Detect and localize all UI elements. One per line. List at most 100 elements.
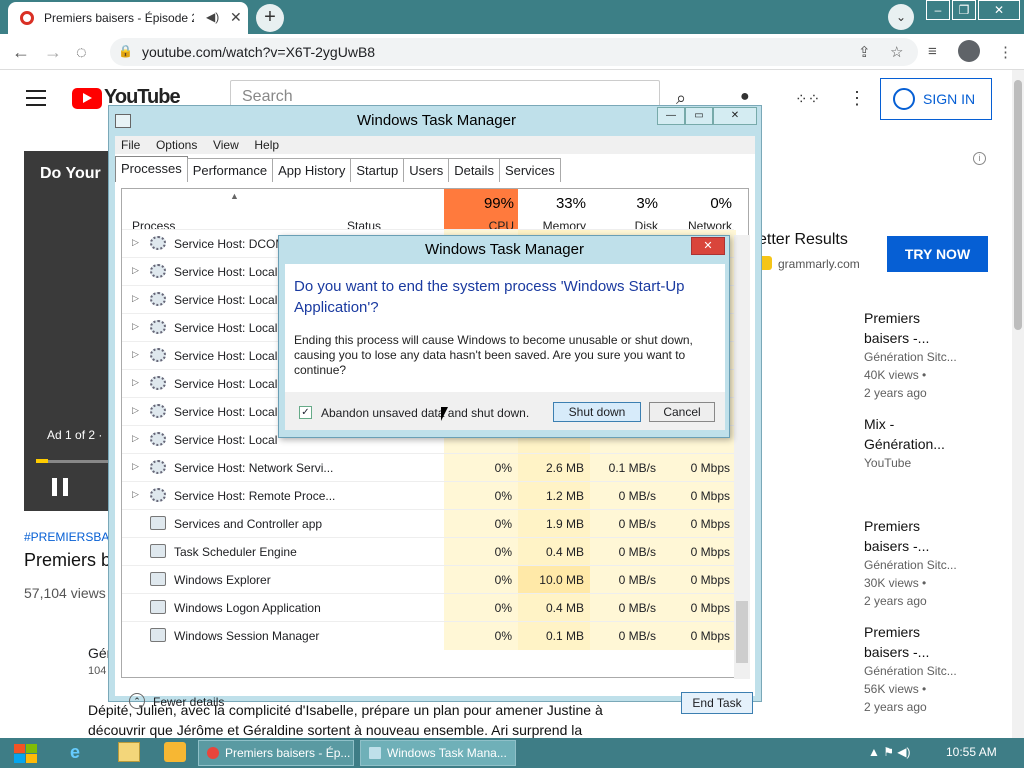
table-row[interactable]: Windows Logon Application 0% 0.4 MB 0 MB/s 0…: [122, 593, 736, 622]
media-control-icon[interactable]: ≡: [928, 43, 937, 60]
table-row[interactable]: Services and Controller app 0% 1.9 MB 0 MB/…: [122, 509, 736, 538]
rec-title: Premiers: [864, 624, 921, 640]
media-player-icon[interactable]: [164, 742, 186, 762]
tab-app-history[interactable]: App History: [272, 158, 352, 182]
recommendation-item[interactable]: Premiers baisers -... Génération Sitc...…: [864, 308, 974, 402]
checkbox-label[interactable]: Abandon unsaved data and shut down.: [321, 406, 529, 420]
abandon-data-checkbox[interactable]: ✓: [299, 406, 312, 419]
tab-close-icon[interactable]: ✕: [230, 9, 242, 26]
bookmark-star-icon[interactable]: ☆: [890, 43, 903, 61]
expand-icon[interactable]: ▷: [132, 433, 139, 444]
internet-explorer-icon[interactable]: e: [70, 742, 92, 762]
browser-tab[interactable]: Premiers baisers - Épisode 2 ◀) ✕: [8, 2, 248, 34]
share-icon[interactable]: ⇪: [858, 43, 871, 61]
apps-grid-icon[interactable]: ⁘⁘: [795, 90, 820, 108]
process-icon: [150, 572, 166, 586]
menu-help[interactable]: Help: [254, 138, 279, 152]
microphone-icon[interactable]: ●: [740, 88, 750, 106]
back-icon[interactable]: ←: [12, 42, 30, 63]
sign-in-button[interactable]: SIGN IN: [880, 78, 992, 120]
tab-users[interactable]: Users: [403, 158, 450, 182]
network-cell: 0 Mbps: [662, 566, 736, 594]
try-now-button[interactable]: TRY NOW: [887, 236, 988, 272]
cancel-button[interactable]: Cancel: [649, 402, 715, 422]
tab-performance[interactable]: Performance: [186, 158, 274, 182]
menu-options[interactable]: Options: [156, 138, 197, 152]
expand-icon[interactable]: ▷: [132, 237, 139, 248]
window-minimize-button[interactable]: –: [926, 0, 950, 20]
tab-search-button[interactable]: ⌄: [888, 4, 914, 30]
lock-icon[interactable]: 🔒: [118, 44, 133, 58]
recommendation-item[interactable]: Mix - Génération... YouTube: [864, 414, 974, 472]
ad-headline[interactable]: etter Results: [758, 231, 848, 249]
dialog-close-button[interactable]: ✕: [691, 237, 725, 255]
expand-icon[interactable]: ▷: [132, 321, 139, 332]
gear-icon: [150, 404, 166, 418]
recommendation-item[interactable]: Premiers baisers -... Génération Sitc...…: [864, 516, 974, 610]
window-close-button[interactable]: ✕: [978, 0, 1020, 20]
fewer-details-link[interactable]: Fewer details: [153, 695, 224, 709]
speaker-icon[interactable]: ◀): [206, 10, 219, 24]
page-scrollbar[interactable]: [1012, 70, 1024, 740]
disk-cell: 0 MB/s: [590, 538, 662, 566]
process-name: Service Host: Network Servi...: [174, 461, 334, 475]
expand-icon[interactable]: ▷: [132, 349, 139, 360]
pause-icon[interactable]: [52, 478, 68, 496]
gear-icon: [150, 376, 166, 390]
rec-channel: Génération Sitc...: [864, 558, 957, 572]
end-task-button[interactable]: End Task: [681, 692, 753, 714]
url-text[interactable]: youtube.com/watch?v=X6T-2ygUwB8: [142, 44, 375, 60]
taskbar-taskmgr-window[interactable]: Windows Task Mana...: [360, 740, 516, 766]
chrome-menu-icon[interactable]: ⋮: [998, 43, 1013, 61]
forward-icon[interactable]: →: [44, 42, 62, 63]
tab-services[interactable]: Services: [498, 158, 561, 182]
mouse-cursor-icon: [441, 407, 448, 421]
file-explorer-icon[interactable]: [118, 742, 140, 762]
recommendation-item[interactable]: Premiers baisers -... Génération Sitc...…: [864, 622, 974, 716]
tm-maximize-button[interactable]: ▭: [685, 107, 713, 125]
tm-close-button[interactable]: ✕: [713, 107, 757, 125]
youtube-logo-icon[interactable]: [72, 88, 102, 109]
menu-view[interactable]: View: [213, 138, 239, 152]
expand-icon[interactable]: ▷: [132, 405, 139, 416]
chrome-icon: [207, 747, 219, 759]
tab-startup[interactable]: Startup: [350, 158, 405, 182]
table-row[interactable]: ▷ Service Host: Remote Proce... 0% 1.2 MB 0 …: [122, 481, 736, 510]
menu-file[interactable]: File: [121, 138, 140, 152]
video-player[interactable]: [24, 151, 110, 511]
end-process-dialog[interactable]: Windows Task Manager ✕ Do you want to en…: [278, 235, 730, 438]
expand-icon[interactable]: ▷: [132, 265, 139, 276]
table-row[interactable]: Windows Explorer 0% 10.0 MB 0 MB/s 0 Mbps: [122, 565, 736, 594]
loading-icon[interactable]: ◌: [76, 42, 87, 63]
system-tray-icons[interactable]: ▲ ⚑ ◀): [868, 745, 911, 759]
hamburger-menu-icon[interactable]: [26, 90, 46, 106]
expand-icon[interactable]: ▷: [132, 377, 139, 388]
table-row[interactable]: ▷ Service Host: Network Servi... 0% 2.6 MB 0…: [122, 453, 736, 482]
page-scrollbar-thumb[interactable]: [1014, 80, 1022, 330]
taskbar-chrome-window[interactable]: Premiers baisers - Ép...: [198, 740, 354, 766]
video-hashtag[interactable]: #PREMIERSBA: [24, 530, 109, 544]
gear-icon: [150, 460, 166, 474]
new-tab-button[interactable]: +: [256, 4, 284, 32]
tab-details[interactable]: Details: [448, 158, 500, 182]
rec-title: baisers -...: [864, 644, 930, 660]
gear-icon: [150, 432, 166, 446]
window-restore-button[interactable]: ❐: [952, 0, 976, 20]
start-button-icon[interactable]: [12, 742, 40, 764]
profile-avatar-icon[interactable]: [958, 40, 980, 62]
settings-dots-icon[interactable]: ⋮: [848, 88, 866, 109]
table-scrollbar-thumb[interactable]: [736, 601, 748, 663]
table-row[interactable]: Windows Session Manager 0% 0.1 MB 0 MB/s 0 M…: [122, 621, 736, 650]
rec-age: 2 years ago: [864, 594, 927, 608]
shut-down-button[interactable]: Shut down: [553, 402, 641, 422]
tab-processes[interactable]: Processes: [115, 156, 188, 182]
chevron-up-icon[interactable]: ⌃: [129, 693, 145, 709]
taskbar-clock[interactable]: 10:55 AM: [946, 745, 997, 759]
expand-icon[interactable]: ▷: [132, 489, 139, 500]
tm-minimize-button[interactable]: —: [657, 107, 685, 125]
info-icon[interactable]: i: [973, 152, 986, 165]
table-row[interactable]: Task Scheduler Engine 0% 0.4 MB 0 MB/s 0 Mbp…: [122, 537, 736, 566]
rec-age: 2 years ago: [864, 386, 927, 400]
expand-icon[interactable]: ▷: [132, 461, 139, 472]
expand-icon[interactable]: ▷: [132, 293, 139, 304]
